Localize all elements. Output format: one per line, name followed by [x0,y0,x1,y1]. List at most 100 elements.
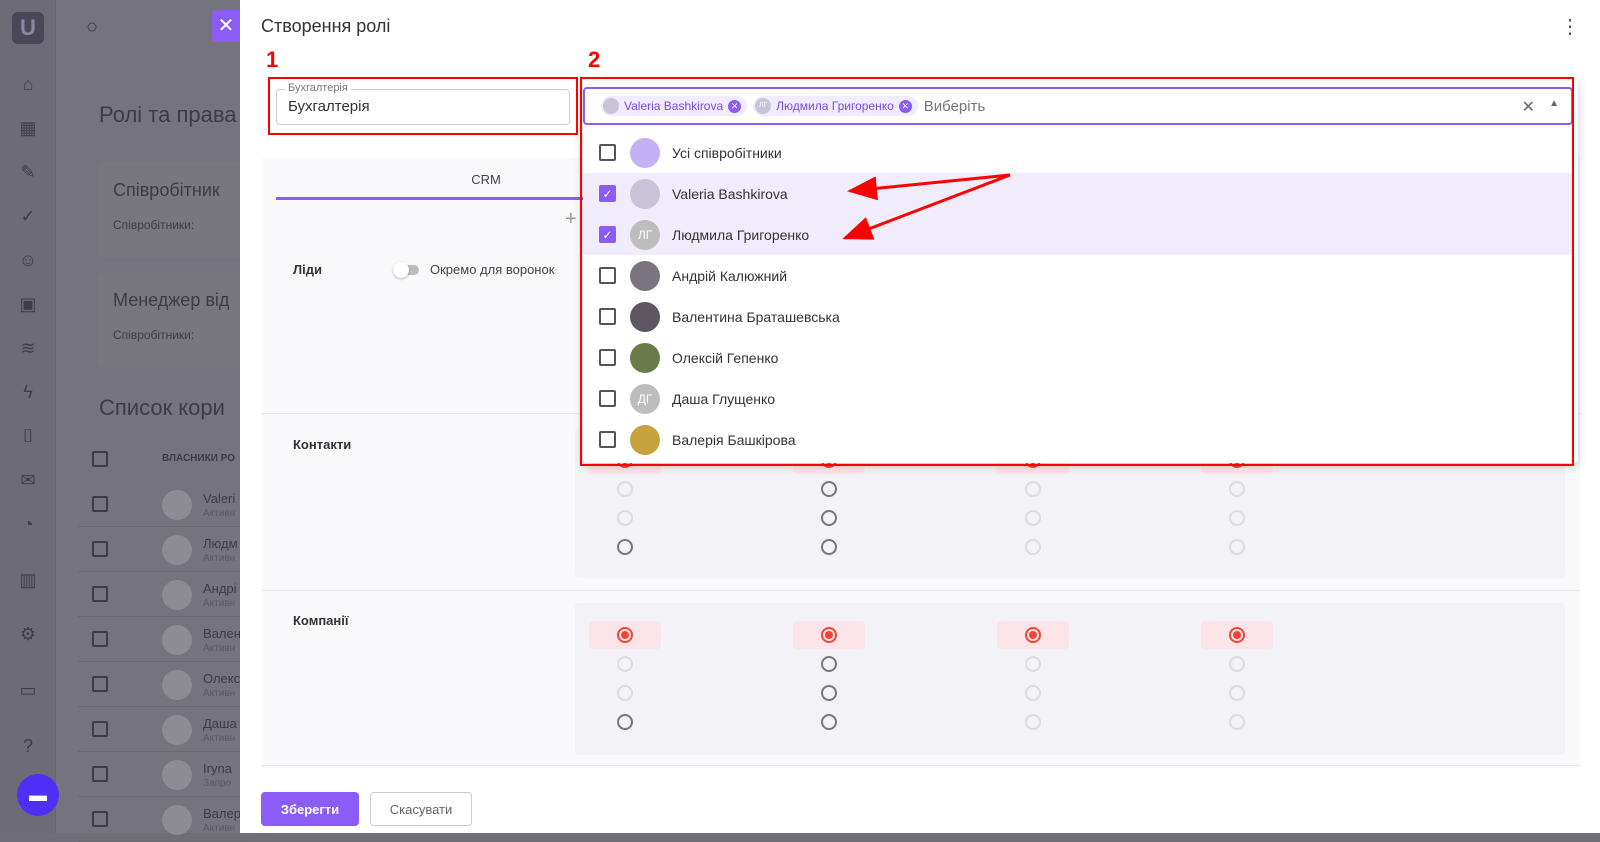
radio-icon [1229,656,1245,672]
permission-radio[interactable] [997,679,1069,707]
save-button[interactable]: Зберегти [261,792,359,826]
annotation-box-1 [268,77,578,135]
radio-icon [617,627,633,643]
radio-icon [821,685,837,701]
radio-icon [1025,627,1041,643]
role-card[interactable]: Менеджер від Співробітники: [98,272,258,368]
annotation-box-2 [580,77,1574,466]
chart-icon[interactable]: ◔ [16,512,40,536]
toggle-label: Окремо для воронок [430,262,555,277]
lightning-icon[interactable]: ϟ [16,380,40,404]
divider [262,590,1580,591]
permission-radio[interactable] [589,504,661,532]
radio-icon [1025,510,1041,526]
annotation-number: 1 [266,47,279,72]
avatar [162,625,192,655]
permission-radio[interactable] [793,475,865,503]
radio-icon [1025,656,1041,672]
separate-funnels-toggle[interactable] [393,262,419,278]
user-status: Активн [203,553,236,564]
user-name: Валер [203,806,241,821]
permission-radio[interactable] [997,533,1069,561]
permission-radio[interactable] [997,621,1069,649]
stack-icon[interactable]: ≋ [16,336,40,360]
row-checkbox[interactable] [92,676,108,692]
permission-radio[interactable] [589,533,661,561]
select-all-checkbox[interactable] [92,451,108,467]
permission-radio[interactable] [589,621,661,649]
app-logo: U [12,12,44,44]
permission-radio[interactable] [793,533,865,561]
radio-icon [821,627,837,643]
search-icon[interactable]: ○ [86,16,98,39]
row-checkbox[interactable] [92,766,108,782]
close-drawer-button[interactable]: ✕ [212,10,240,42]
role-card[interactable]: Співробітник Співробітники: [98,162,258,258]
permission-radio[interactable] [1201,621,1273,649]
users-icon[interactable]: ☺ [16,248,40,272]
feedback-icon[interactable]: ✉ [16,468,40,492]
radio-icon [821,714,837,730]
table-header: ВЛАСНИКИ РО [162,453,235,464]
user-name: Олекс [203,671,241,686]
user-status: Активн [203,508,236,519]
radio-icon [821,481,837,497]
permission-radio[interactable] [1201,679,1273,707]
home-icon[interactable]: ⌂ [16,72,40,96]
permission-radio[interactable] [997,708,1069,736]
scan-icon[interactable]: ⌷ [16,424,40,448]
user-status: Активн [203,643,236,654]
avatar [162,580,192,610]
gear-icon[interactable]: ⚙ [16,622,40,646]
create-role-drawer: Створення ролі ⋮ Бухгалтерія Бухгалтерія… [240,0,1600,833]
permission-radio[interactable] [997,475,1069,503]
permission-radio[interactable] [997,504,1069,532]
add-icon[interactable]: + [565,208,577,231]
permission-radio[interactable] [589,650,661,678]
permission-radio[interactable] [589,475,661,503]
annotation-number: 2 [588,47,601,72]
permission-radio[interactable] [793,708,865,736]
wallet-icon[interactable]: ▭ [16,678,40,702]
permission-radio[interactable] [793,504,865,532]
permission-radio[interactable] [589,708,661,736]
radio-icon [821,539,837,555]
radio-icon [617,656,633,672]
permission-radio[interactable] [793,621,865,649]
permission-radio[interactable] [1201,533,1273,561]
building-icon[interactable]: ▦ [16,116,40,140]
row-checkbox[interactable] [92,811,108,827]
permission-radio[interactable] [1201,650,1273,678]
calendar-icon[interactable]: ▣ [16,292,40,316]
permission-radio[interactable] [793,650,865,678]
radio-icon [617,714,633,730]
chat-edit-icon[interactable]: ✎ [16,160,40,184]
permission-radio[interactable] [589,679,661,707]
background-app: U ⌂ ▦ ✎ ✓ ☺ ▣ ≋ ϟ ⌷ ✉ ◔ ▥ ⚙ ▭ ? ○ Ролі т… [0,0,258,842]
permission-radio[interactable] [1201,708,1273,736]
check-circle-icon[interactable]: ✓ [16,204,40,228]
permission-radio[interactable] [997,650,1069,678]
user-name: Вален [203,626,241,641]
avatar [162,760,192,790]
row-checkbox[interactable] [92,631,108,647]
permission-radio[interactable] [1201,504,1273,532]
user-status: Активн [203,733,236,744]
more-icon[interactable]: ⋮ [1560,14,1580,39]
user-status: Запро [203,778,232,789]
help-icon[interactable]: ? [16,734,40,758]
row-checkbox[interactable] [92,721,108,737]
radio-icon [1229,627,1245,643]
row-checkbox[interactable] [92,541,108,557]
radio-icon [1025,539,1041,555]
permission-radio[interactable] [1201,475,1273,503]
permission-radio[interactable] [793,679,865,707]
cancel-button[interactable]: Скасувати [370,792,472,826]
user-name: Iryna [203,761,232,776]
store-icon[interactable]: ▥ [16,568,40,592]
users-title: Список кори [99,395,225,420]
radio-icon [1025,685,1041,701]
row-checkbox[interactable] [92,586,108,602]
row-checkbox[interactable] [92,496,108,512]
chat-button[interactable]: ▬ [17,774,59,816]
